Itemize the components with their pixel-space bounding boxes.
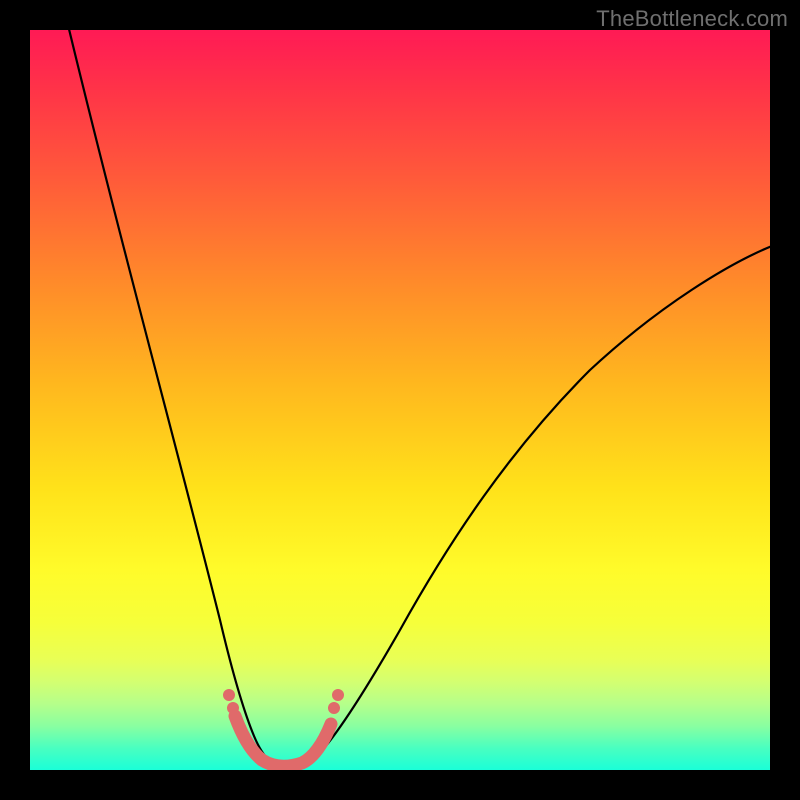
plot-area <box>30 30 770 770</box>
highlight-dot <box>332 689 344 701</box>
chart-svg <box>30 30 770 770</box>
right-curve <box>312 246 770 761</box>
highlight-dot <box>227 702 239 714</box>
figure-frame: TheBottleneck.com <box>0 0 800 800</box>
highlight-dot <box>328 702 340 714</box>
highlight-dot <box>223 689 235 701</box>
left-curve <box>68 30 270 761</box>
watermark-text: TheBottleneck.com <box>596 6 788 32</box>
